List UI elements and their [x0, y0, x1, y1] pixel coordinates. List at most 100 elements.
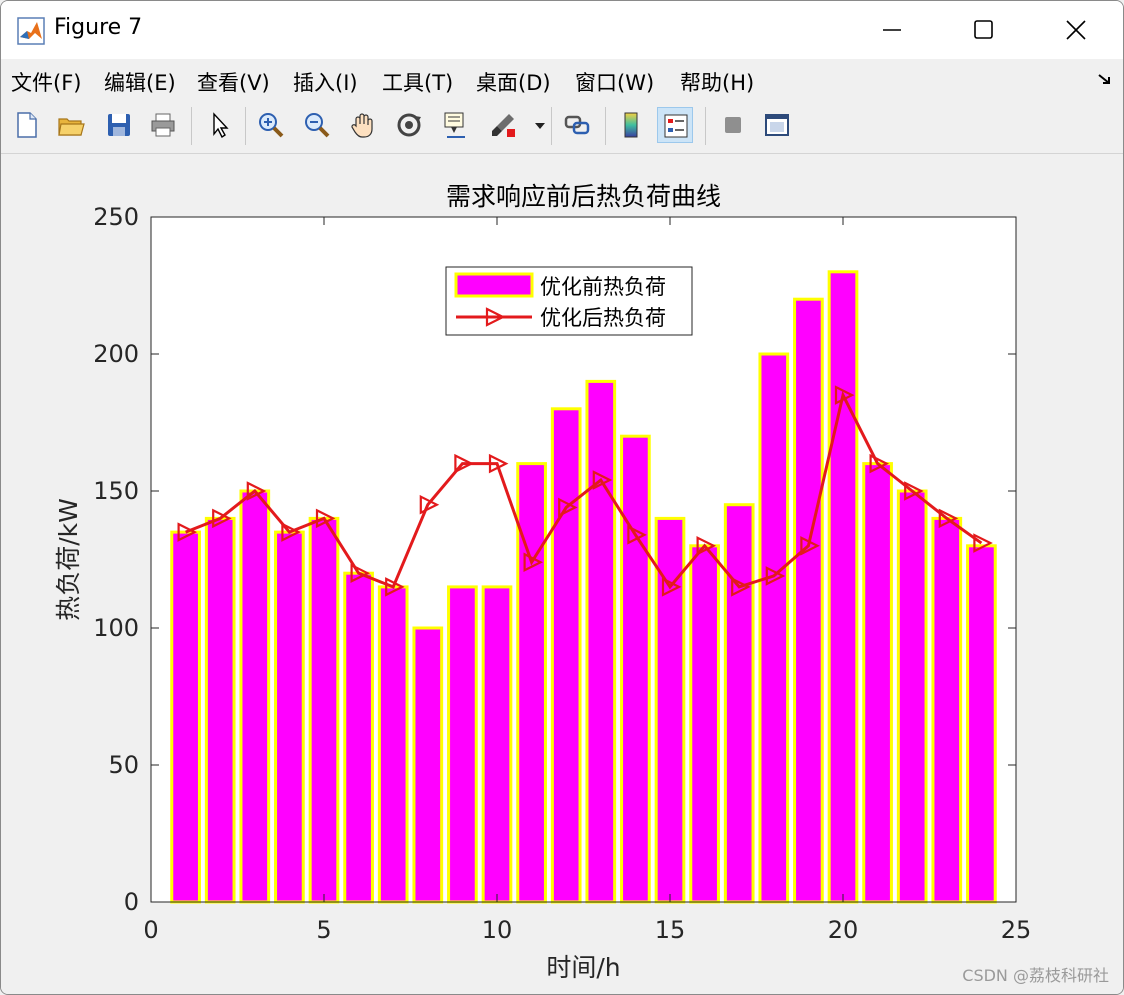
rotate-3d-icon — [397, 113, 421, 137]
zoom-in-button[interactable] — [253, 107, 289, 143]
pointer-button[interactable] — [201, 107, 237, 143]
x-tick-label: 20 — [828, 916, 859, 944]
bar — [689, 544, 720, 904]
figure-toolbar — [1, 99, 1123, 154]
new-figure-button[interactable] — [9, 107, 45, 143]
toolbar-separator — [605, 107, 606, 145]
link-plot-icon — [564, 115, 590, 135]
maximize-icon — [974, 20, 993, 39]
window-title: Figure 7 — [54, 15, 143, 40]
bar — [516, 462, 547, 904]
y-tick-label: 0 — [124, 888, 139, 916]
save-button[interactable] — [101, 107, 137, 143]
bar — [931, 516, 963, 904]
y-axis-label: 热负荷/kW — [54, 498, 83, 621]
figure-area: 0 5 10 15 20 25 0 50 100 150 200 250 需求响应前后热负荷曲线 时间/h… — [1, 154, 1123, 994]
menu-insert[interactable]: 插入(I) — [293, 67, 358, 97]
bar — [758, 352, 790, 904]
x-tick-label: 15 — [655, 916, 686, 944]
open-file-icon — [58, 118, 85, 136]
legend-icon — [664, 114, 688, 138]
title-bar: Figure 7 — [1, 1, 1123, 59]
matlab-logo-icon — [17, 17, 45, 45]
dock-figure-button[interactable] — [759, 107, 795, 143]
menu-desktop[interactable]: 桌面(D) — [476, 67, 551, 97]
legend-label-after: 优化后热负荷 — [540, 306, 666, 330]
zoom-in-icon — [259, 113, 284, 138]
bar — [620, 434, 651, 904]
print-button[interactable] — [145, 107, 181, 143]
zoom-out-button[interactable] — [299, 107, 335, 143]
toolbar-separator — [191, 107, 192, 145]
open-file-button[interactable] — [53, 107, 89, 143]
menu-help[interactable]: 帮助(H) — [680, 67, 754, 97]
brush-icon — [492, 114, 515, 137]
menu-view[interactable]: 查看(V) — [197, 67, 270, 97]
bar — [343, 571, 374, 904]
bar — [793, 297, 824, 904]
menu-edit[interactable]: 编辑(E) — [104, 67, 176, 97]
dock-arrow-icon[interactable] — [1097, 73, 1113, 87]
pan-hand-icon — [351, 113, 373, 138]
x-tick-label: 5 — [316, 916, 331, 944]
y-tick-label: 100 — [93, 614, 139, 642]
bar — [239, 489, 271, 904]
x-axis-label: 时间/h — [546, 953, 620, 982]
toolbar-separator — [245, 107, 246, 145]
save-icon — [108, 114, 130, 136]
bar — [274, 530, 305, 904]
bar — [723, 503, 755, 904]
bar — [170, 530, 201, 904]
bar — [204, 516, 236, 904]
bar — [896, 489, 928, 904]
new-figure-icon — [17, 112, 37, 138]
bar — [585, 379, 617, 904]
link-plot-button[interactable] — [559, 107, 595, 143]
colorbar-icon — [624, 112, 638, 138]
y-tick-label: 200 — [93, 340, 139, 368]
x-tick-label: 25 — [1001, 916, 1032, 944]
y-tick-label: 250 — [93, 203, 139, 231]
y-tick-label: 150 — [93, 477, 139, 505]
data-cursor-button[interactable] — [437, 107, 473, 143]
brush-button[interactable] — [485, 107, 521, 143]
bar — [412, 626, 444, 904]
menu-bar: 文件(F) 编辑(E) 查看(V) 插入(I) 工具(T) 桌面(D) 窗口(W… — [1, 59, 1123, 99]
chart-title: 需求响应前后热负荷曲线 — [446, 182, 721, 211]
hide-plot-tools-button[interactable] — [715, 107, 751, 143]
menu-tools[interactable]: 工具(T) — [382, 67, 453, 97]
rotate-3d-button[interactable] — [391, 107, 427, 143]
toolbar-separator — [705, 107, 706, 145]
brush-dropdown-icon[interactable] — [535, 123, 545, 131]
minimize-button[interactable] — [869, 9, 915, 51]
close-icon — [1066, 20, 1086, 40]
data-cursor-icon — [444, 112, 465, 138]
minimize-icon — [883, 29, 901, 31]
bar — [550, 407, 582, 904]
colorbar-button[interactable] — [613, 107, 649, 143]
bar — [827, 270, 859, 904]
heat-load-chart: 0 5 10 15 20 25050100150200250需求响应前后热负荷曲线时间/h… — [54, 182, 1032, 982]
menu-window[interactable]: 窗口(W) — [575, 67, 654, 97]
bar — [862, 462, 893, 904]
pan-button[interactable] — [345, 107, 381, 143]
bar — [447, 585, 478, 904]
maximize-button[interactable] — [961, 9, 1007, 51]
bar — [966, 544, 997, 904]
zoom-out-icon — [305, 113, 330, 138]
bar — [377, 585, 409, 904]
y-tick-label: 50 — [108, 751, 139, 779]
bar — [481, 585, 513, 904]
pointer-icon — [213, 112, 229, 139]
print-icon — [151, 113, 175, 137]
figure-window: Figure 7 文件(F) 编辑(E) 查看(V) 插入(I) 工具(T) 桌… — [0, 0, 1124, 995]
bar — [308, 516, 340, 904]
menu-file[interactable]: 文件(F) — [11, 67, 81, 97]
x-tick-label: 10 — [482, 916, 513, 944]
dock-figure-icon — [765, 114, 789, 136]
legend-label-before: 优化前热负荷 — [540, 275, 666, 299]
toolbar-separator — [551, 107, 552, 145]
close-button[interactable] — [1053, 9, 1099, 51]
legend-button[interactable] — [657, 107, 693, 143]
x-tick-label: 0 — [143, 916, 158, 944]
